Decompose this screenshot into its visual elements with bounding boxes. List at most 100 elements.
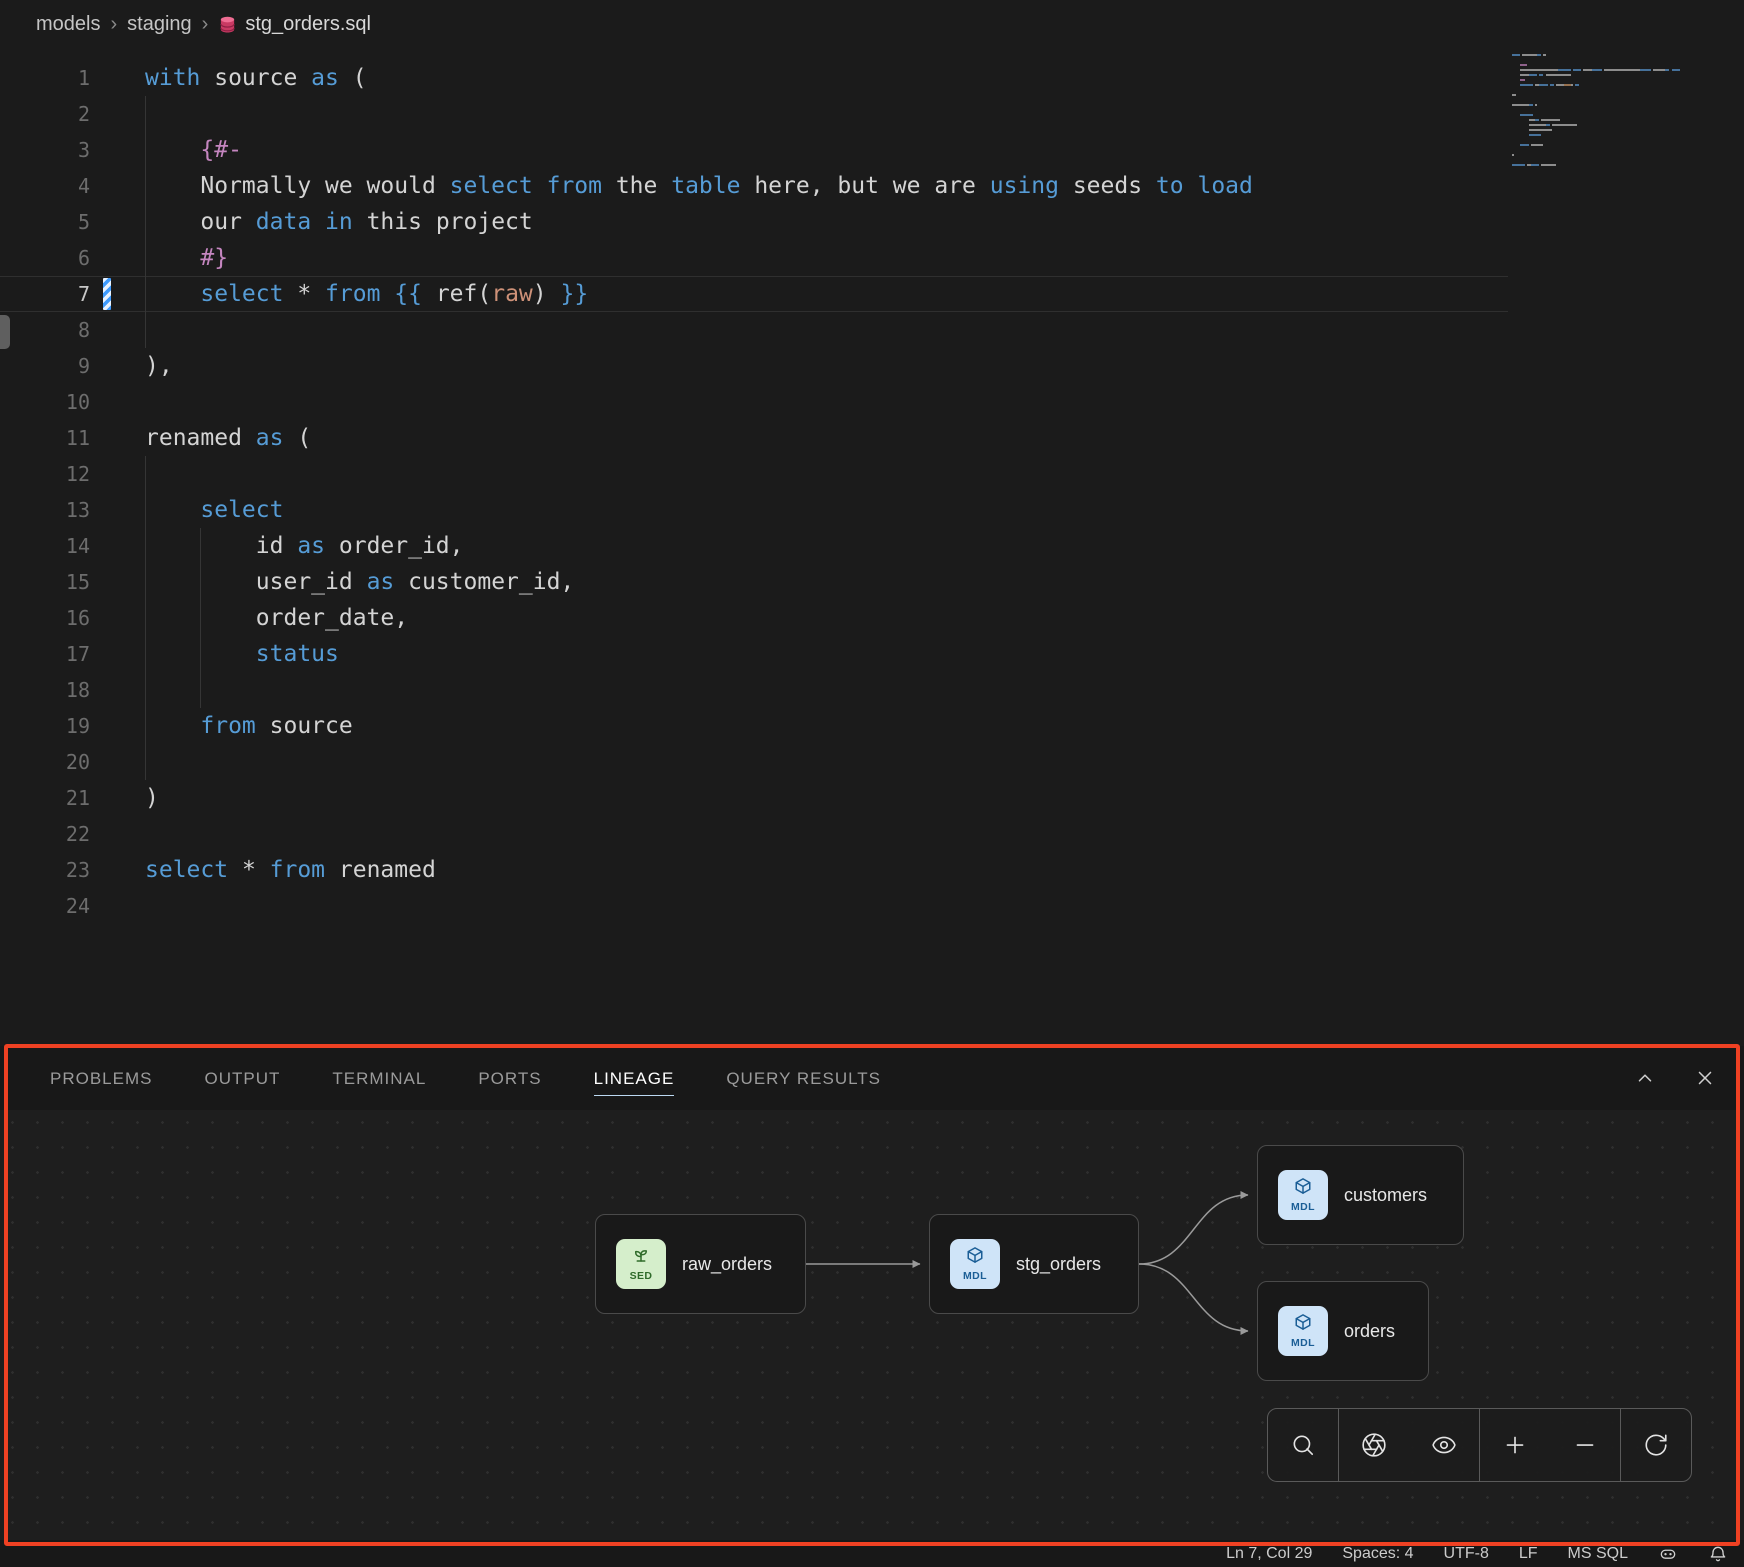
code-line[interactable]: 9), <box>0 348 1744 384</box>
badge-label: MDL <box>963 1270 987 1282</box>
minimap[interactable] <box>1512 54 1690 174</box>
code-line[interactable]: 21) <box>0 780 1744 816</box>
badge-label: MDL <box>1291 1337 1315 1349</box>
code-line[interactable]: 2 <box>0 96 1744 132</box>
panel-tab-terminal[interactable]: TERMINAL <box>332 1061 426 1096</box>
status-item[interactable]: LF <box>1519 1545 1538 1563</box>
status-item[interactable]: MS SQL <box>1568 1545 1628 1563</box>
line-number: 2 <box>0 96 90 132</box>
code-line[interactable]: 20 <box>0 744 1744 780</box>
line-number: 22 <box>0 816 90 852</box>
panel-tab-problems[interactable]: PROBLEMS <box>50 1061 152 1096</box>
eye-button[interactable] <box>1409 1409 1479 1481</box>
code-line[interactable]: 23 select * from renamed <box>0 852 1744 888</box>
badge-label: SED <box>630 1270 653 1282</box>
code-text: from source <box>145 708 353 744</box>
panel-tab-bar: PROBLEMS OUTPUT TERMINAL PORTS LINEAGE QUERY … <box>0 1046 1744 1110</box>
code-line[interactable]: 10 <box>0 384 1744 420</box>
plus-button[interactable] <box>1480 1409 1550 1481</box>
search-button[interactable] <box>1268 1409 1338 1481</box>
code-line[interactable]: 19 from source <box>0 708 1744 744</box>
status-item[interactable]: UTF-8 <box>1444 1545 1489 1563</box>
code-line[interactable]: 14 id as order_id, <box>0 528 1744 564</box>
panel-tab-lineage[interactable]: LINEAGE <box>594 1061 675 1096</box>
code-line[interactable]: 11 renamed as ( <box>0 420 1744 456</box>
code-line[interactable]: 22 <box>0 816 1744 852</box>
lineage-node-raw_orders[interactable]: SEDraw_orders <box>595 1214 806 1314</box>
code-text: {#- <box>145 132 242 168</box>
line-number: 4 <box>0 168 90 204</box>
editor-left-handle[interactable] <box>0 315 10 349</box>
chevron-up-icon[interactable] <box>1634 1067 1656 1089</box>
refresh-button[interactable] <box>1621 1409 1691 1481</box>
code-text: Normally we would select from the table … <box>145 168 1253 204</box>
code-line[interactable]: 18 <box>0 672 1744 708</box>
line-number: 20 <box>0 744 90 780</box>
sprout-icon <box>632 1246 650 1269</box>
code-line[interactable]: 7 select * from {{ ref(raw) }} <box>0 276 1744 312</box>
node-label: stg_orders <box>1016 1254 1101 1275</box>
code-line[interactable]: 6 #} <box>0 240 1744 276</box>
line-number: 17 <box>0 636 90 672</box>
line-number: 5 <box>0 204 90 240</box>
breadcrumb-item-models[interactable]: models <box>36 13 100 36</box>
breadcrumb-item-staging[interactable]: staging <box>127 13 192 36</box>
minus-button[interactable] <box>1550 1409 1620 1481</box>
line-number: 1 <box>0 60 90 96</box>
code-line[interactable]: 4 Normally we would select from the tabl… <box>0 168 1744 204</box>
lineage-canvas[interactable]: SEDraw_ordersMDLstg_ordersMDLcustomersMD… <box>0 1110 1744 1540</box>
code-text: select * from {{ ref(raw) }} <box>145 276 588 312</box>
model-badge: MDL <box>1278 1170 1328 1220</box>
aperture-button[interactable] <box>1339 1409 1409 1481</box>
line-number: 23 <box>0 852 90 888</box>
lineage-node-stg_orders[interactable]: MDL stg_orders <box>929 1214 1139 1314</box>
line-number: 3 <box>0 132 90 168</box>
status-item[interactable]: Ln 7, Col 29 <box>1226 1545 1312 1563</box>
vscode-window: models › staging › stg_orders.sql 1 with … <box>0 0 1744 1567</box>
minus-icon <box>1572 1432 1598 1458</box>
database-file-icon <box>218 15 237 34</box>
toolbar-group <box>1620 1409 1691 1481</box>
model-badge: MDL <box>950 1239 1000 1289</box>
toolbar-group <box>1268 1409 1338 1481</box>
code-line[interactable]: 15 user_id as customer_id, <box>0 564 1744 600</box>
chevron-right-icon: › <box>110 13 117 36</box>
chevron-right-icon: › <box>202 13 209 36</box>
code-line[interactable]: 16 order_date, <box>0 600 1744 636</box>
eye-icon <box>1431 1432 1457 1458</box>
code-line[interactable]: 3 {#- <box>0 132 1744 168</box>
status-item[interactable]: Spaces: 4 <box>1342 1545 1413 1563</box>
panel-tab-output[interactable]: OUTPUT <box>204 1061 280 1096</box>
code-line[interactable]: 12 <box>0 456 1744 492</box>
breadcrumb-file[interactable]: stg_orders.sql <box>218 13 371 36</box>
panel-tab-query-results[interactable]: QUERY RESULTS <box>726 1061 881 1096</box>
code-line[interactable]: 17 status <box>0 636 1744 672</box>
model-badge: MDL <box>1278 1306 1328 1356</box>
lineage-edge <box>1139 1195 1248 1264</box>
bell-icon[interactable] <box>1708 1544 1728 1564</box>
code-text: select * from renamed <box>145 852 436 888</box>
code-line[interactable]: 1 with source as ( <box>0 60 1744 96</box>
code-line[interactable]: 5 our data in this project <box>0 204 1744 240</box>
code-text: #} <box>145 240 228 276</box>
line-number: 7 <box>0 276 90 312</box>
code-line[interactable]: 13 select <box>0 492 1744 528</box>
lineage-node-customers[interactable]: MDLcustomers <box>1257 1145 1464 1245</box>
code-text: renamed as ( <box>145 420 311 456</box>
code-text: with source as ( <box>145 60 367 96</box>
line-number: 10 <box>0 384 90 420</box>
code-editor[interactable]: 1with source as (23 {#-4 Normally we wou… <box>0 48 1744 1046</box>
toolbar-group <box>1479 1409 1620 1481</box>
plus-icon <box>1502 1432 1528 1458</box>
line-number: 16 <box>0 600 90 636</box>
breadcrumb: models › staging › stg_orders.sql <box>0 0 1744 48</box>
copilot-icon[interactable] <box>1658 1544 1678 1564</box>
close-icon[interactable] <box>1694 1067 1716 1089</box>
line-number: 11 <box>0 420 90 456</box>
code-line[interactable]: 24 <box>0 888 1744 924</box>
lineage-node-orders[interactable]: MDL orders <box>1257 1281 1429 1381</box>
code-line[interactable]: 8 <box>0 312 1744 348</box>
panel-tab-ports[interactable]: PORTS <box>478 1061 541 1096</box>
code-text: user_id as customer_id, <box>145 564 574 600</box>
node-label: orders <box>1344 1321 1395 1342</box>
